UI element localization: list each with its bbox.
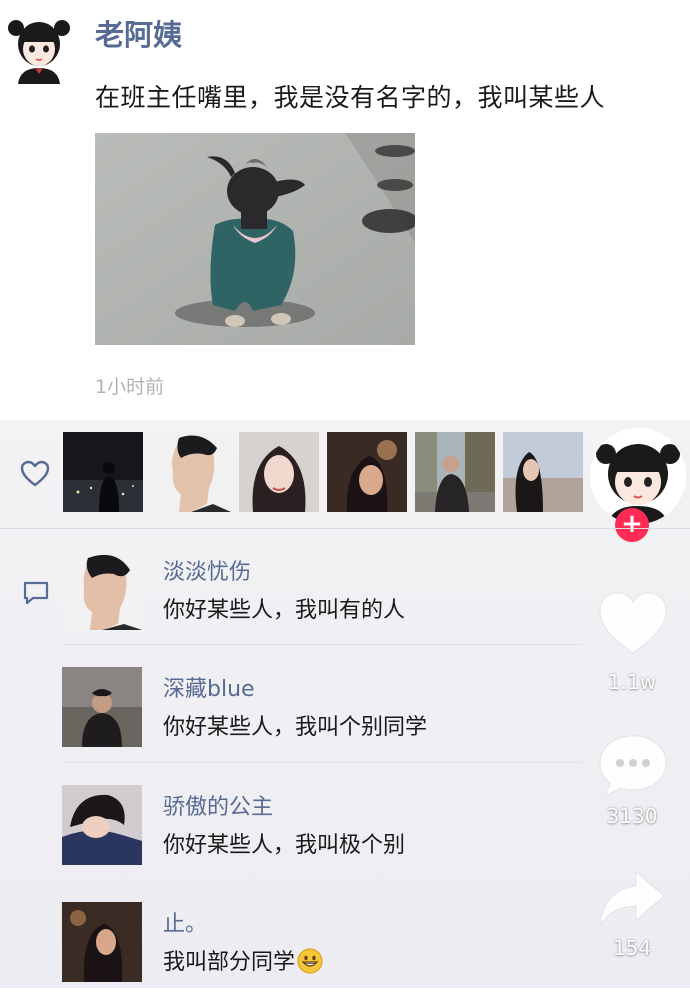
post-text: 在班主任嘴里，我是没有名字的，我叫某些人: [95, 83, 606, 112]
comment-item: 骄傲的公主 你好某些人，我叫极个别: [0, 785, 600, 885]
heart-icon: [596, 592, 670, 662]
comment-text-body: 我叫部分同学: [163, 950, 296, 975]
comment-divider: [62, 644, 582, 645]
comment-item: 深藏blue 你好某些人，我叫个别同学: [0, 667, 600, 767]
commenter-name[interactable]: 止。: [163, 906, 207, 938]
likes-row: +: [0, 420, 690, 542]
follow-plus-button[interactable]: +: [615, 508, 649, 542]
like-button[interactable]: [596, 590, 670, 662]
comment-text: 你好某些人，我叫极个别: [163, 833, 406, 858]
author-avatar[interactable]: [8, 14, 70, 84]
post-timestamp: 1小时前: [95, 376, 165, 398]
comment-button[interactable]: [596, 732, 670, 804]
heart-icon: [20, 460, 50, 492]
commenter-avatar[interactable]: [62, 550, 142, 630]
comment-text: 你好某些人，我叫有的人: [163, 598, 406, 623]
comment-icon: [596, 735, 670, 804]
commenter-name[interactable]: 淡淡忧伤: [163, 554, 251, 586]
share-count: 154: [612, 936, 652, 960]
comment-item: 止。 我叫部分同学: [0, 902, 600, 1002]
like-count: 1.1w: [607, 670, 657, 694]
comment-text: 你好某些人，我叫个别同学: [163, 715, 428, 740]
liker-avatar[interactable]: [503, 432, 583, 512]
liker-avatar[interactable]: [63, 432, 143, 512]
grin-emoji-icon: [297, 948, 323, 974]
liker-avatar[interactable]: [327, 432, 407, 512]
commenter-name[interactable]: 深藏blue: [163, 671, 255, 703]
post-photo[interactable]: [95, 133, 415, 345]
comment-text: 我叫部分同学: [163, 944, 323, 976]
liker-avatar[interactable]: [239, 432, 319, 512]
moment-post: 老阿姨 在班主任嘴里，我是没有名字的，我叫某些人 1小时前: [0, 0, 690, 420]
comment-item: 淡淡忧伤 你好某些人，我叫有的人: [0, 550, 600, 650]
comment-count: 3130: [606, 804, 658, 828]
comment-divider: [62, 762, 582, 763]
section-divider: [0, 528, 690, 529]
commenter-name[interactable]: 骄傲的公主: [163, 789, 273, 821]
commenter-avatar[interactable]: [62, 667, 142, 747]
author-name[interactable]: 老阿姨: [95, 12, 182, 54]
interaction-panel: + 淡淡忧伤 你好某些人，我叫有的人 深藏blue 你好某些人，我叫个别同学 骄…: [0, 420, 690, 988]
share-button[interactable]: [596, 866, 670, 936]
liker-avatar[interactable]: [415, 432, 495, 512]
share-icon: [596, 871, 670, 936]
commenter-avatar[interactable]: [62, 785, 142, 865]
liker-avatar[interactable]: [151, 432, 231, 512]
commenter-avatar[interactable]: [62, 902, 142, 982]
